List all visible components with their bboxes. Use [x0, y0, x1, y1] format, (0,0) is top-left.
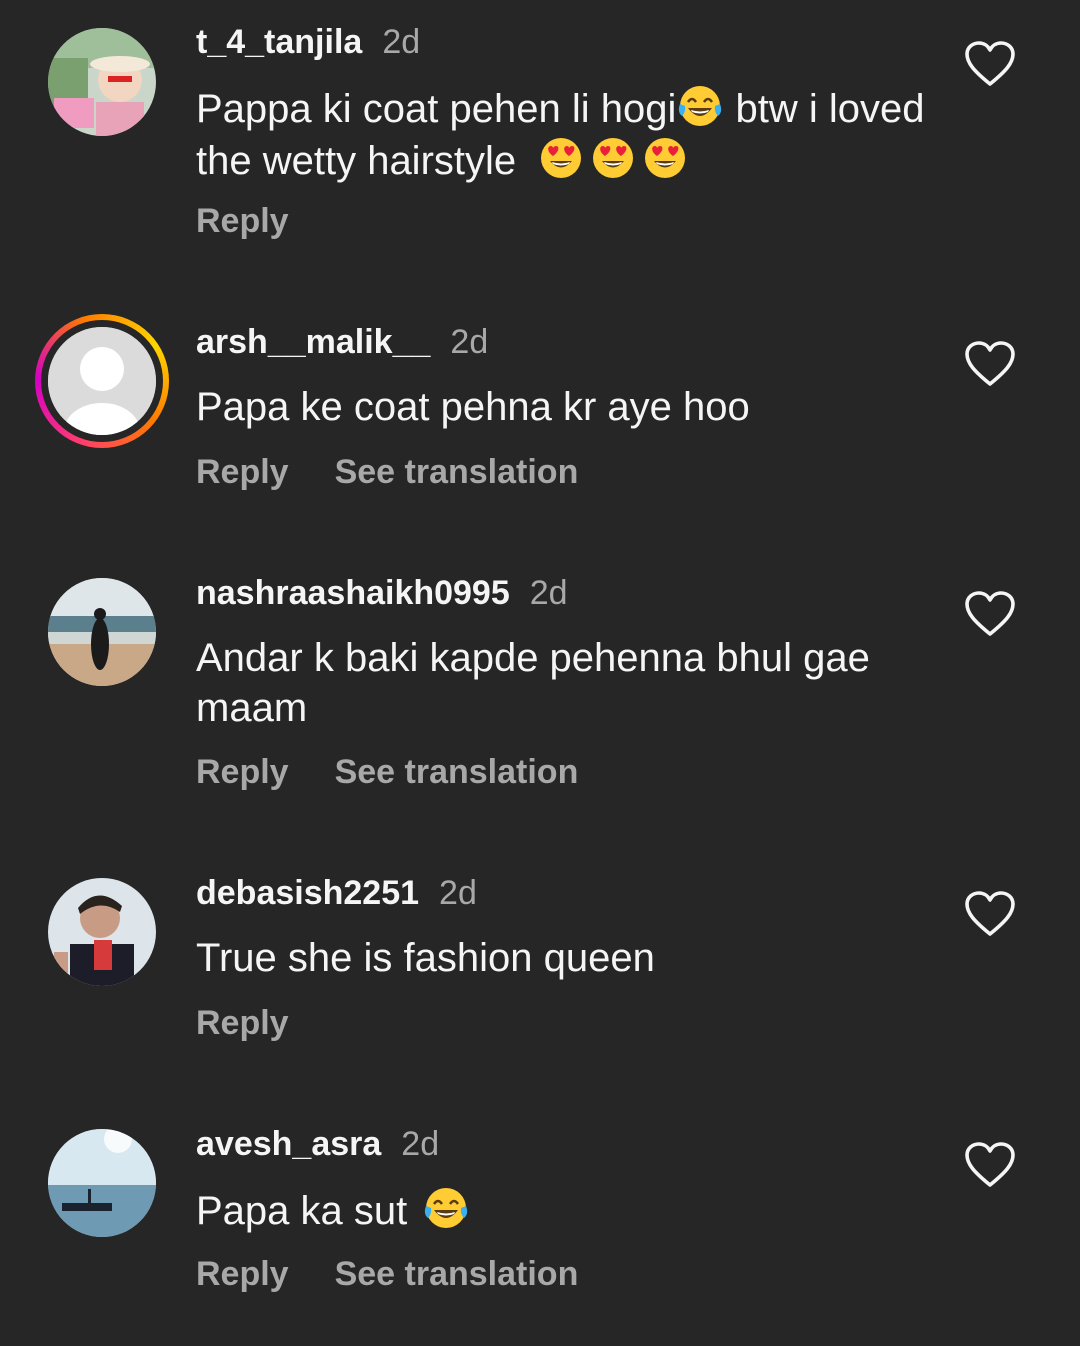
comment-text-part: Papa ka sut: [196, 1189, 419, 1233]
see-translation-button[interactable]: See translation: [335, 752, 579, 792]
username[interactable]: t_4_tanjila: [196, 23, 362, 61]
reply-button[interactable]: Reply: [196, 752, 289, 792]
heart-icon[interactable]: [964, 40, 1016, 88]
comment-meta: t_4_tanjila 2d: [196, 22, 420, 62]
timestamp: 2d: [439, 874, 477, 912]
comment-actions: Reply See translation: [196, 452, 578, 492]
heart-icon[interactable]: [964, 1141, 1016, 1189]
comment-actions: Reply See translation: [196, 752, 578, 792]
face-with-tears-of-joy-icon: [676, 82, 724, 130]
comment-text: True she is fashion queen: [196, 936, 655, 980]
timestamp: 2d: [401, 1125, 440, 1163]
comment-text: Papa ka sut: [196, 1184, 936, 1236]
avatar[interactable]: [48, 878, 156, 986]
avatar[interactable]: [48, 28, 156, 136]
default-avatar-icon: [48, 327, 156, 435]
comment-actions: Reply See translation: [196, 1254, 578, 1294]
smiling-face-with-heart-eyes-icon: [641, 134, 689, 182]
username[interactable]: avesh_asra: [196, 1125, 381, 1163]
reply-button[interactable]: Reply: [196, 1254, 289, 1294]
comment-meta: nashraashaikh0995 2d: [196, 573, 568, 613]
timestamp: 2d: [382, 23, 421, 61]
username[interactable]: nashraashaikh0995: [196, 574, 510, 612]
story-ring[interactable]: [35, 314, 169, 448]
comment-actions: Reply: [196, 201, 289, 241]
comment-text: Papa ke coat pehna kr aye hoo: [196, 385, 750, 429]
timestamp: 2d: [450, 323, 489, 361]
face-with-tears-of-joy-icon: [422, 1184, 470, 1232]
username[interactable]: arsh__malik__: [196, 323, 430, 361]
comment-actions: Reply: [196, 1003, 289, 1043]
see-translation-button[interactable]: See translation: [335, 452, 579, 492]
avatar: [48, 327, 156, 435]
avatar[interactable]: [48, 578, 156, 686]
reply-button[interactable]: Reply: [196, 452, 289, 492]
reply-button[interactable]: Reply: [196, 1003, 289, 1043]
avatar[interactable]: [48, 1129, 156, 1237]
timestamp: 2d: [529, 574, 568, 612]
comment-meta: debasish2251 2d: [196, 873, 477, 913]
see-translation-button[interactable]: See translation: [335, 1254, 579, 1294]
comment-meta: avesh_asra 2d: [196, 1124, 439, 1164]
username[interactable]: debasish2251: [196, 874, 419, 912]
comment-text: Andar k baki kapde pehenna bhul gae maam: [196, 636, 870, 730]
comment-text: Pappa ki coat pehen li hogi btw i loved …: [196, 82, 936, 186]
reply-button[interactable]: Reply: [196, 201, 289, 241]
comment-text-part: Pappa ki coat pehen li hogi: [196, 87, 677, 131]
heart-icon[interactable]: [964, 340, 1016, 388]
smiling-face-with-heart-eyes-icon: [589, 134, 637, 182]
heart-icon[interactable]: [964, 890, 1016, 938]
comment-meta: arsh__malik__ 2d: [196, 322, 488, 362]
smiling-face-with-heart-eyes-icon: [537, 134, 585, 182]
heart-icon[interactable]: [964, 590, 1016, 638]
